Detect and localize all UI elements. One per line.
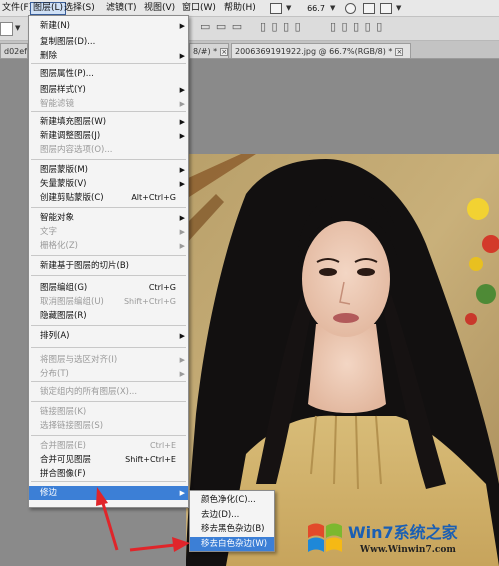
windows-logo-icon (308, 523, 342, 552)
annotation-arrows (96, 487, 190, 552)
arrowhead-icon (172, 537, 190, 552)
arrowhead-icon (96, 487, 108, 506)
watermark-url: Www.Winwin7.com (360, 545, 456, 555)
watermark-title: Win7系统之家 (348, 523, 458, 542)
annotation-arrow-right (129, 543, 176, 552)
annotation-arrow-up (100, 499, 119, 551)
watermark: Win7系统之家 Www.Winwin7.com (300, 513, 499, 566)
